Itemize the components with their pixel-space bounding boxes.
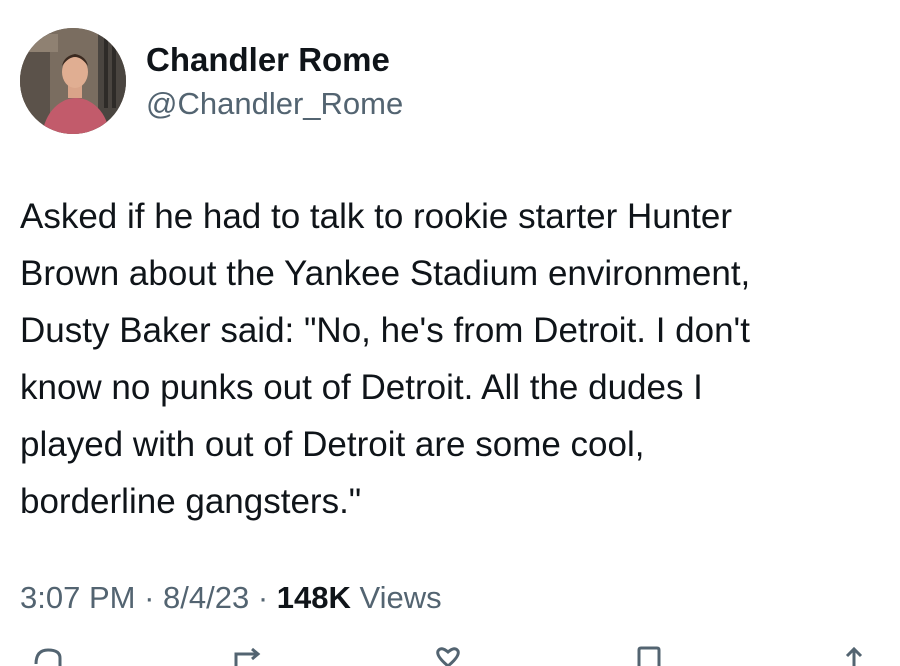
display-name[interactable]: Chandler Rome — [146, 38, 403, 82]
reply-icon[interactable] — [30, 646, 66, 666]
share-icon[interactable] — [838, 646, 870, 666]
meta-separator: · — [249, 580, 277, 615]
like-icon[interactable] — [430, 646, 466, 666]
tweet-date[interactable]: 8/4/23 — [163, 580, 249, 615]
avatar-photo — [20, 28, 126, 134]
tweet-meta: 3:07 PM · 8/4/23 · 148K Views — [20, 576, 442, 620]
avatar[interactable] — [20, 28, 126, 134]
action-bar — [0, 646, 900, 666]
user-handle[interactable]: @Chandler_Rome — [146, 82, 403, 126]
author-block: Chandler Rome @Chandler_Rome — [146, 38, 403, 126]
views-count[interactable]: 148K — [277, 580, 351, 615]
tweet-card: Chandler Rome @Chandler_Rome Asked if he… — [0, 0, 900, 666]
tweet-text: Asked if he had to talk to rookie starte… — [20, 197, 751, 521]
meta-separator: · — [135, 580, 164, 615]
tweet-time[interactable]: 3:07 PM — [20, 580, 135, 615]
bookmark-icon[interactable] — [634, 646, 664, 666]
retweet-icon[interactable] — [228, 646, 268, 666]
views-label: Views — [350, 580, 442, 615]
